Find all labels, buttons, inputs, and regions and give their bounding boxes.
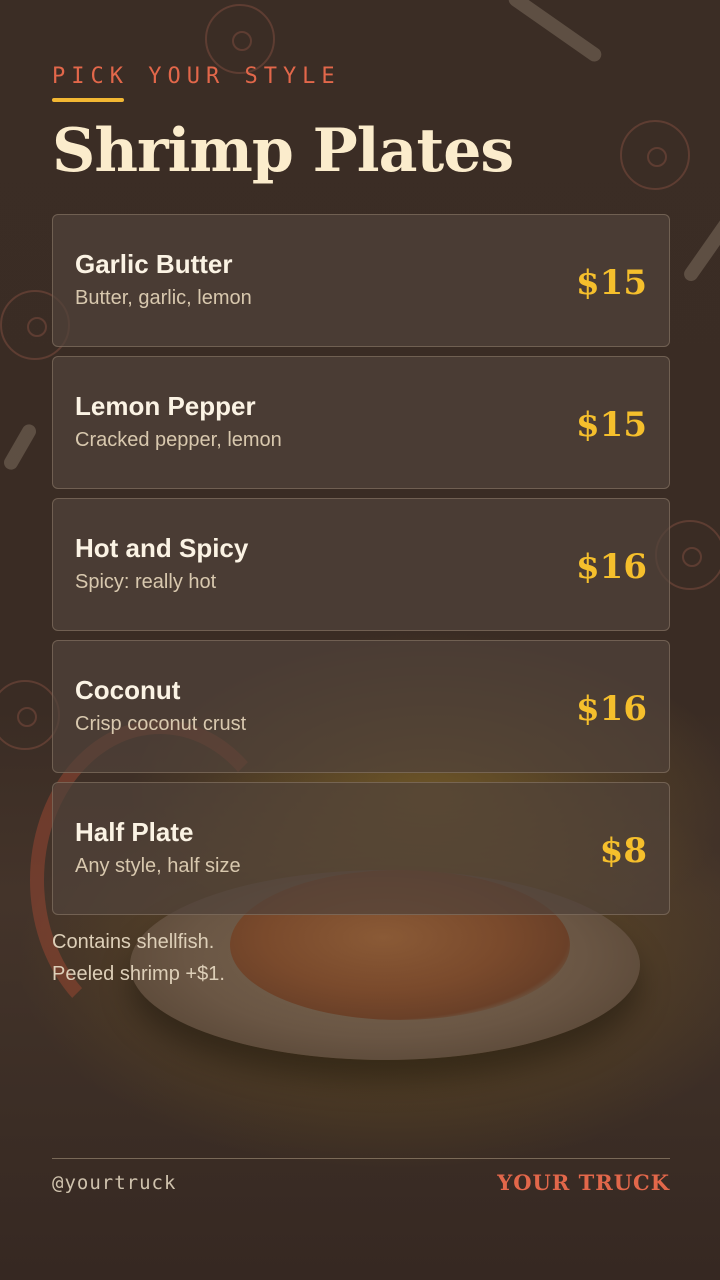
menu-list: Garlic Butter Butter, garlic, lemon $15 … [52, 214, 670, 924]
allergen-note: Contains shellfish. [52, 931, 215, 953]
menu-item-coconut: Coconut Crisp coconut crust $16 [52, 640, 670, 773]
brand-name: YOUR TRUCK [497, 1170, 670, 1195]
page-title: Shrimp Plates [52, 116, 514, 186]
menu-item-half-plate: Half Plate Any style, half size $8 [52, 782, 670, 915]
kicker-underline [52, 98, 124, 102]
menu-item-description: Cracked pepper, lemon [75, 429, 282, 451]
menu-item-price: $8 [599, 831, 647, 871]
menu-item-description: Crisp coconut crust [75, 713, 247, 735]
menu-item-name: Garlic Butter [75, 249, 233, 279]
menu-item-description: Any style, half size [75, 855, 241, 877]
upgrade-note: Peeled shrimp +$1. [52, 963, 225, 985]
menu-item-name: Coconut [75, 675, 181, 705]
brush-stroke-decoration [1, 421, 39, 473]
menu-item-lemon-pepper: Lemon Pepper Cracked pepper, lemon $15 [52, 356, 670, 489]
menu-item-name: Half Plate [75, 817, 194, 847]
menu-item-description: Butter, garlic, lemon [75, 287, 252, 309]
menu-item-garlic-butter: Garlic Butter Butter, garlic, lemon $15 [52, 214, 670, 347]
menu-item-price: $16 [576, 689, 647, 729]
menu-item-price: $15 [576, 405, 647, 445]
menu-item-price: $15 [576, 263, 647, 303]
footer-divider [52, 1158, 670, 1159]
menu-item-price: $16 [576, 547, 647, 587]
menu-item-hot-and-spicy: Hot and Spicy Spicy: really hot $16 [52, 498, 670, 631]
menu-notes: Contains shellfish. Peeled shrimp +$1. [52, 926, 225, 990]
menu-content: PICK YOUR STYLE Shrimp Plates Garlic But… [52, 0, 670, 1280]
social-handle: @yourtruck [52, 1172, 177, 1194]
menu-item-name: Hot and Spicy [75, 533, 249, 563]
menu-item-name: Lemon Pepper [75, 391, 256, 421]
hibiscus-icon [0, 680, 60, 750]
menu-item-description: Spicy: really hot [75, 571, 217, 593]
kicker-text: PICK YOUR STYLE [52, 64, 341, 89]
brush-stroke-decoration [681, 210, 720, 284]
